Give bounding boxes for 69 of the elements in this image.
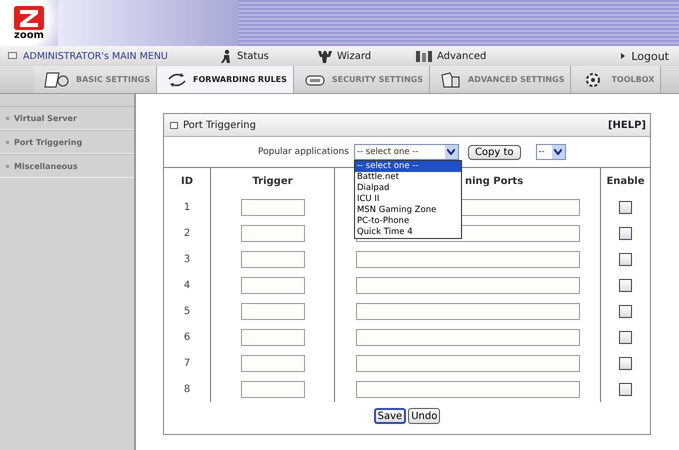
sidebar-item[interactable]: Virtual Server: [0, 106, 134, 130]
square-icon: [170, 122, 178, 128]
incoming-ports-field[interactable]: [356, 380, 580, 398]
incoming-ports-field[interactable]: [356, 328, 580, 346]
sidebar-item[interactable]: Miscellaneous: [0, 154, 134, 178]
enable-checkbox[interactable]: [619, 252, 632, 266]
help-link[interactable]: [HELP]: [608, 120, 646, 130]
person-icon: [219, 49, 233, 63]
enable-checkbox[interactable]: [619, 356, 632, 370]
dropdown-option[interactable]: -- select one --: [354, 161, 461, 172]
enable-checkbox[interactable]: [619, 226, 632, 240]
column-header: ID: [180, 176, 194, 186]
trigger-port-field[interactable]: [240, 380, 304, 398]
enable-checkbox[interactable]: [619, 200, 632, 214]
column-header: Trigger: [252, 176, 293, 186]
trigger-port-field[interactable]: [240, 250, 304, 268]
chevron-down-icon: [554, 149, 562, 155]
row-id: 3: [184, 254, 190, 264]
dropdown-option[interactable]: MSN Gaming Zone: [354, 205, 461, 216]
incoming-ports-field[interactable]: [356, 276, 580, 294]
chevron-down-icon: [447, 149, 456, 155]
undo-button[interactable]: Undo: [408, 408, 440, 424]
triangle-icon: [621, 53, 626, 59]
trigger-port-field[interactable]: [240, 276, 304, 294]
z-logo-icon: [14, 6, 44, 30]
dropdown-option[interactable]: Quick Time 4: [354, 227, 461, 238]
enable-checkbox[interactable]: [619, 330, 632, 344]
row-id: 1: [184, 202, 190, 212]
menu-item[interactable]: Status: [219, 49, 311, 63]
target-dropdown[interactable]: --: [536, 144, 566, 160]
dropdown-option[interactable]: Dialpad: [354, 183, 461, 194]
incoming-ports-field[interactable]: [356, 302, 580, 320]
save-button[interactable]: Save: [374, 408, 406, 424]
menu-item[interactable]: Wizard: [317, 50, 409, 62]
trigger-port-field[interactable]: [240, 198, 304, 216]
row-id: 5: [184, 306, 190, 316]
logo-text: zoom: [14, 30, 44, 40]
trigger-port-field[interactable]: [240, 328, 304, 346]
trigger-port-field[interactable]: [240, 354, 304, 372]
panel-title: Port Triggering: [183, 120, 256, 130]
enable-checkbox[interactable]: [619, 304, 632, 318]
document-icon: [44, 70, 70, 88]
row-id: 4: [184, 280, 190, 290]
dropdown-option[interactable]: Battle.net: [354, 172, 461, 183]
enable-checkbox[interactable]: [619, 382, 632, 396]
wrench-icon: [317, 50, 333, 62]
incoming-ports-field[interactable]: [356, 250, 580, 268]
column-header: Enable: [606, 176, 645, 186]
row-id: 6: [184, 332, 190, 342]
row-id: 8: [184, 384, 190, 394]
logout-link[interactable]: Logout: [631, 50, 669, 62]
copy-to-button[interactable]: Copy to: [468, 144, 521, 160]
column-header: ning Ports: [465, 176, 524, 186]
row-id: 2: [184, 228, 190, 238]
incoming-ports-field[interactable]: [356, 354, 580, 372]
menu-item[interactable]: Advanced: [415, 50, 507, 62]
dropdown-option[interactable]: PC-to-Phone: [354, 216, 461, 227]
arrows-icon: [167, 70, 188, 88]
tab[interactable]: FORWARDING RULES: [157, 66, 294, 93]
dropdown-option[interactable]: ICU II: [354, 194, 461, 205]
sidebar-item[interactable]: Port Triggering: [0, 130, 134, 154]
monitor-icon: [8, 52, 17, 60]
applications-dropdown[interactable]: -- select one --: [354, 144, 459, 160]
main-menu-title[interactable]: ADMINISTRATOR's MAIN MENU: [23, 50, 213, 62]
popular-applications-label: Popular applications: [258, 147, 349, 157]
trigger-port-field[interactable]: [240, 302, 304, 320]
enable-checkbox[interactable]: [619, 278, 632, 292]
row-id: 7: [184, 358, 190, 368]
trigger-port-field[interactable]: [240, 224, 304, 242]
